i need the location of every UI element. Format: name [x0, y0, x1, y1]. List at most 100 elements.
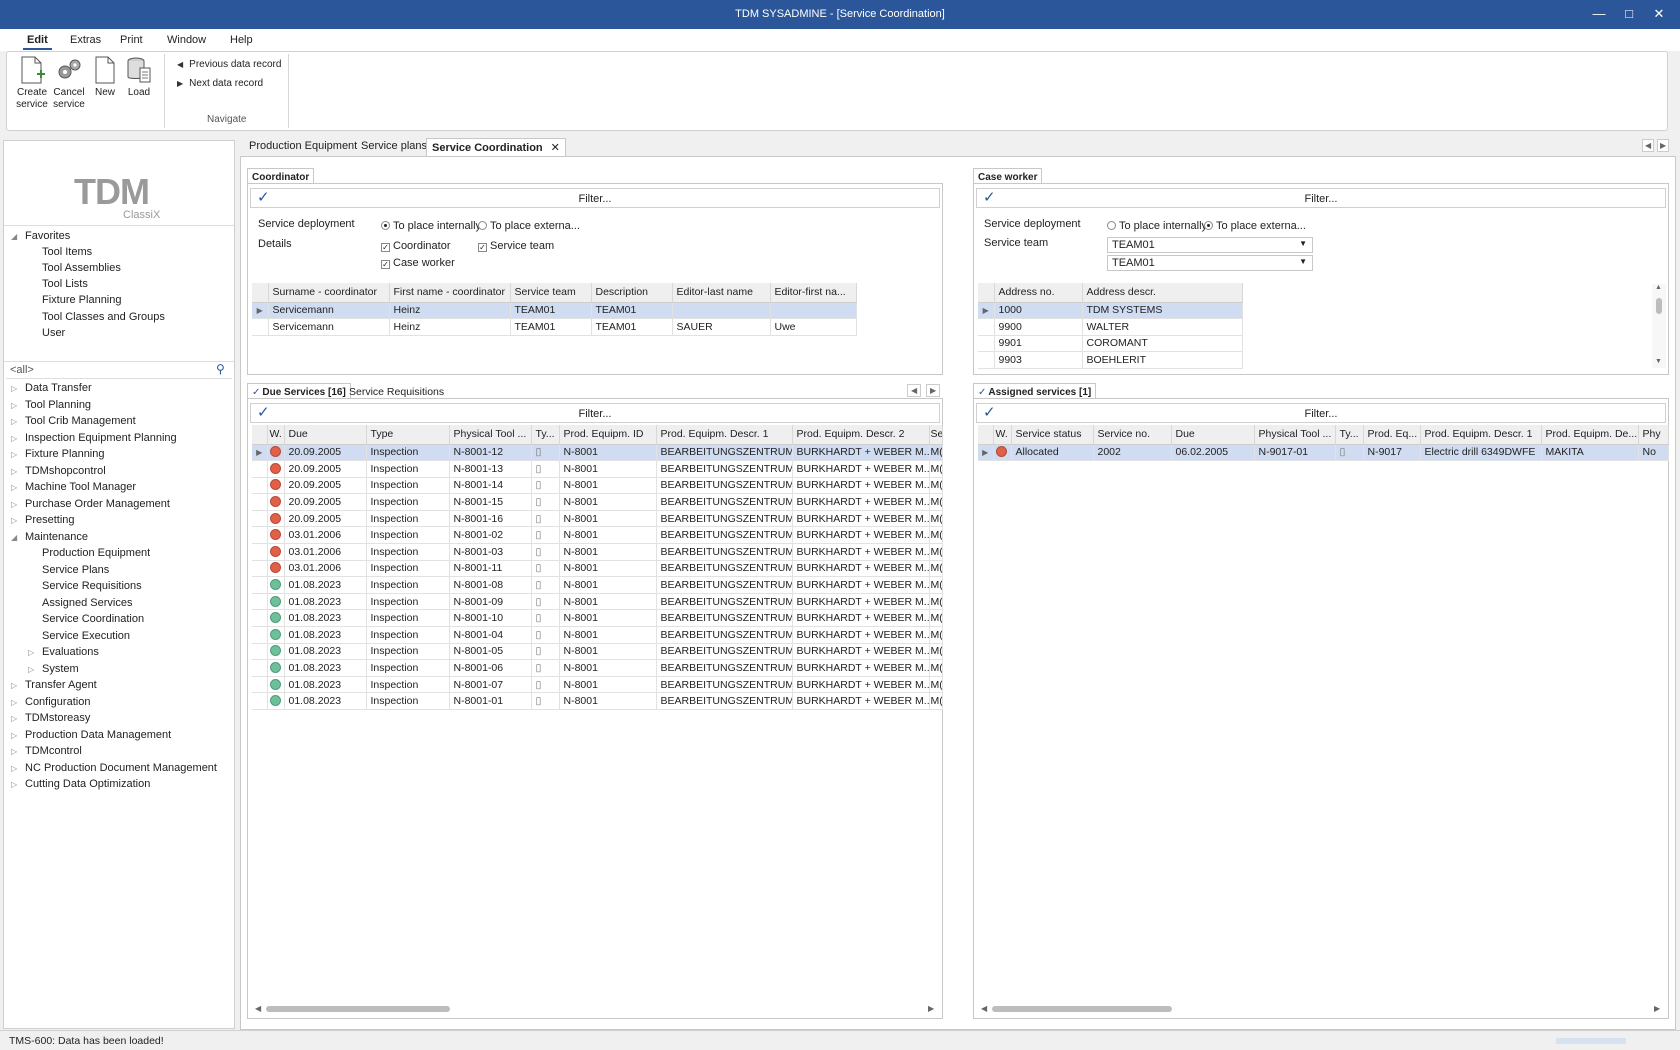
fav-user[interactable]: User [42, 327, 65, 339]
table-cell[interactable]: 01.08.2023 [284, 576, 367, 594]
menu-extras[interactable]: Extras [66, 32, 105, 48]
expand-icon[interactable]: ▷ [28, 665, 34, 674]
table-cell[interactable]: BURKHARDT + WEBER M... [792, 560, 930, 578]
table-cell[interactable]: No [1638, 444, 1669, 462]
scroll-right-icon[interactable]: ▶ [1654, 1004, 1660, 1013]
table-cell[interactable]: M( [929, 460, 943, 478]
case-worker-filter-bar[interactable]: ✓ Filter... [976, 188, 1666, 208]
table-cell[interactable]: Inspection [366, 444, 450, 462]
table-row[interactable]: 9901 COROMANT [978, 335, 1243, 353]
minimize-icon[interactable]: — [1590, 5, 1608, 23]
column-header[interactable]: Prod. Equipm. ID [559, 425, 657, 445]
table-cell[interactable]: Heinz [389, 302, 511, 320]
table-cell[interactable]: M( [929, 626, 943, 644]
table-row[interactable]: 9900 WALTER [978, 318, 1243, 336]
tab-service-requisitions[interactable]: Service Requisitions [349, 386, 444, 398]
table-cell[interactable]: N-8001 [559, 626, 657, 644]
table-cell[interactable]: BEARBEITUNGSZENTRUM [656, 510, 793, 528]
maint-production-equipment[interactable]: Production Equipment [42, 547, 150, 559]
table-cell[interactable]: N-8001 [559, 543, 657, 561]
table-cell[interactable]: Inspection [366, 493, 450, 511]
table-cell[interactable]: BURKHARDT + WEBER M... [792, 493, 930, 511]
column-header[interactable]: Ty... [531, 425, 560, 445]
expand-icon[interactable]: ▷ [11, 516, 17, 525]
table-cell[interactable]: 20.09.2005 [284, 477, 367, 495]
table-cell[interactable]: 20.09.2005 [284, 493, 367, 511]
module-data-transfer[interactable]: Data Transfer [25, 382, 92, 394]
module-cutting-data[interactable]: Cutting Data Optimization [25, 778, 150, 790]
expand-icon[interactable]: ▷ [11, 450, 17, 459]
table-cell[interactable]: 20.09.2005 [284, 460, 367, 478]
table-cell[interactable]: BURKHARDT + WEBER M... [792, 543, 930, 561]
table-cell[interactable]: Uwe [770, 318, 857, 336]
table-cell[interactable]: N-8001 [559, 692, 657, 710]
table-cell[interactable]: N-8001-15 [449, 493, 532, 511]
close-tab-icon[interactable]: ✕ [551, 142, 560, 154]
table-cell[interactable]: 01.08.2023 [284, 659, 367, 677]
table-cell[interactable]: N-8001 [559, 460, 657, 478]
table-cell[interactable]: 9903 [994, 351, 1083, 369]
table-cell[interactable]: SAUER [672, 318, 771, 336]
table-cell[interactable]: M( [929, 543, 943, 561]
table-cell[interactable]: Inspection [366, 609, 450, 628]
expand-icon[interactable]: ▷ [11, 384, 17, 393]
table-cell[interactable]: Servicemann [268, 302, 390, 320]
table-cell[interactable]: N-8001 [559, 560, 657, 578]
expand-icon[interactable]: ▷ [11, 698, 17, 707]
column-header[interactable]: Phy [1638, 425, 1669, 445]
table-cell[interactable]: N-9017 [1363, 444, 1421, 462]
table-cell[interactable]: 1000 [994, 302, 1083, 320]
cw-radio-external[interactable]: To place externa... [1204, 220, 1306, 232]
maint-service-plans[interactable]: Service Plans [42, 564, 109, 576]
column-header[interactable]: Address no. [994, 283, 1083, 303]
table-row[interactable]: 01.08.2023 Inspection N-8001-09 ▯ N-8001 BEAR… [252, 593, 943, 611]
module-presetting[interactable]: Presetting [25, 514, 75, 526]
table-cell[interactable]: COROMANT [1082, 335, 1243, 353]
checkbox-checked-icon[interactable]: ✓ [381, 243, 390, 252]
table-cell[interactable]: N-8001-13 [449, 460, 532, 478]
table-row[interactable]: 01.08.2023 Inspection N-8001-10 ▯ N-8001 BEAR… [252, 609, 943, 628]
expand-icon[interactable]: ▷ [11, 417, 17, 426]
create-service-button[interactable]: Create service [12, 56, 52, 111]
expand-icon[interactable]: ▷ [11, 483, 17, 492]
collapse-icon[interactable]: ◢ [11, 533, 17, 542]
table-cell[interactable]: N-8001-08 [449, 576, 532, 594]
search-input[interactable]: <all> ⚲ [6, 362, 232, 379]
column-header[interactable]: W. [267, 425, 285, 445]
table-cell[interactable]: BEARBEITUNGSZENTRUM [656, 676, 793, 694]
table-cell[interactable]: 01.08.2023 [284, 643, 367, 661]
radio-external[interactable]: To place externa... [478, 220, 580, 232]
module-maintenance[interactable]: Maintenance [25, 531, 88, 543]
table-cell[interactable]: Inspection [366, 626, 450, 644]
expand-icon[interactable]: ▷ [11, 467, 17, 476]
module-purchase-order[interactable]: Purchase Order Management [25, 498, 170, 510]
expand-icon[interactable]: ▷ [11, 714, 17, 723]
horizontal-scrollbar[interactable]: ◀ ▶ [252, 1003, 940, 1015]
table-cell[interactable]: TEAM01 [510, 302, 592, 320]
table-cell[interactable]: M( [929, 560, 943, 578]
table-cell[interactable]: 01.08.2023 [284, 593, 367, 611]
search-icon[interactable]: ⚲ [216, 362, 225, 376]
chevron-down-icon[interactable]: ▼ [1299, 257, 1307, 266]
table-cell[interactable]: BEARBEITUNGSZENTRUM [656, 626, 793, 644]
table-cell[interactable]: Inspection [366, 543, 450, 561]
table-cell[interactable]: N-8001-04 [449, 626, 532, 644]
maint-service-coordination[interactable]: Service Coordination [42, 613, 144, 625]
module-tool-crib[interactable]: Tool Crib Management [25, 415, 136, 427]
column-header[interactable]: Service no. [1093, 425, 1172, 445]
table-cell[interactable]: Electric drill 6349DWFE [1420, 444, 1542, 462]
table-row[interactable]: 01.08.2023 Inspection N-8001-08 ▯ N-8001 BEAR… [252, 576, 943, 594]
table-row[interactable]: ▶ 20.09.2005 Inspection N-8001-12 ▯ N-8001 BEA… [252, 444, 943, 462]
expand-icon[interactable]: ▷ [11, 780, 17, 789]
column-header[interactable]: Due [284, 425, 367, 445]
expand-icon[interactable]: ▷ [11, 500, 17, 509]
expand-icon[interactable]: ▷ [28, 648, 34, 657]
tab-service-coordination[interactable]: Service Coordination ✕ [426, 138, 566, 156]
table-cell[interactable]: N-9017-01 [1254, 444, 1336, 462]
column-header[interactable]: Prod. Equipm. Descr. 1 [656, 425, 793, 445]
module-tdmcontrol[interactable]: TDMcontrol [25, 745, 82, 757]
module-fixture-planning[interactable]: Fixture Planning [25, 448, 105, 460]
column-header[interactable]: Se [929, 425, 943, 445]
maint-service-execution[interactable]: Service Execution [42, 630, 130, 642]
menu-edit[interactable]: Edit [23, 32, 52, 50]
